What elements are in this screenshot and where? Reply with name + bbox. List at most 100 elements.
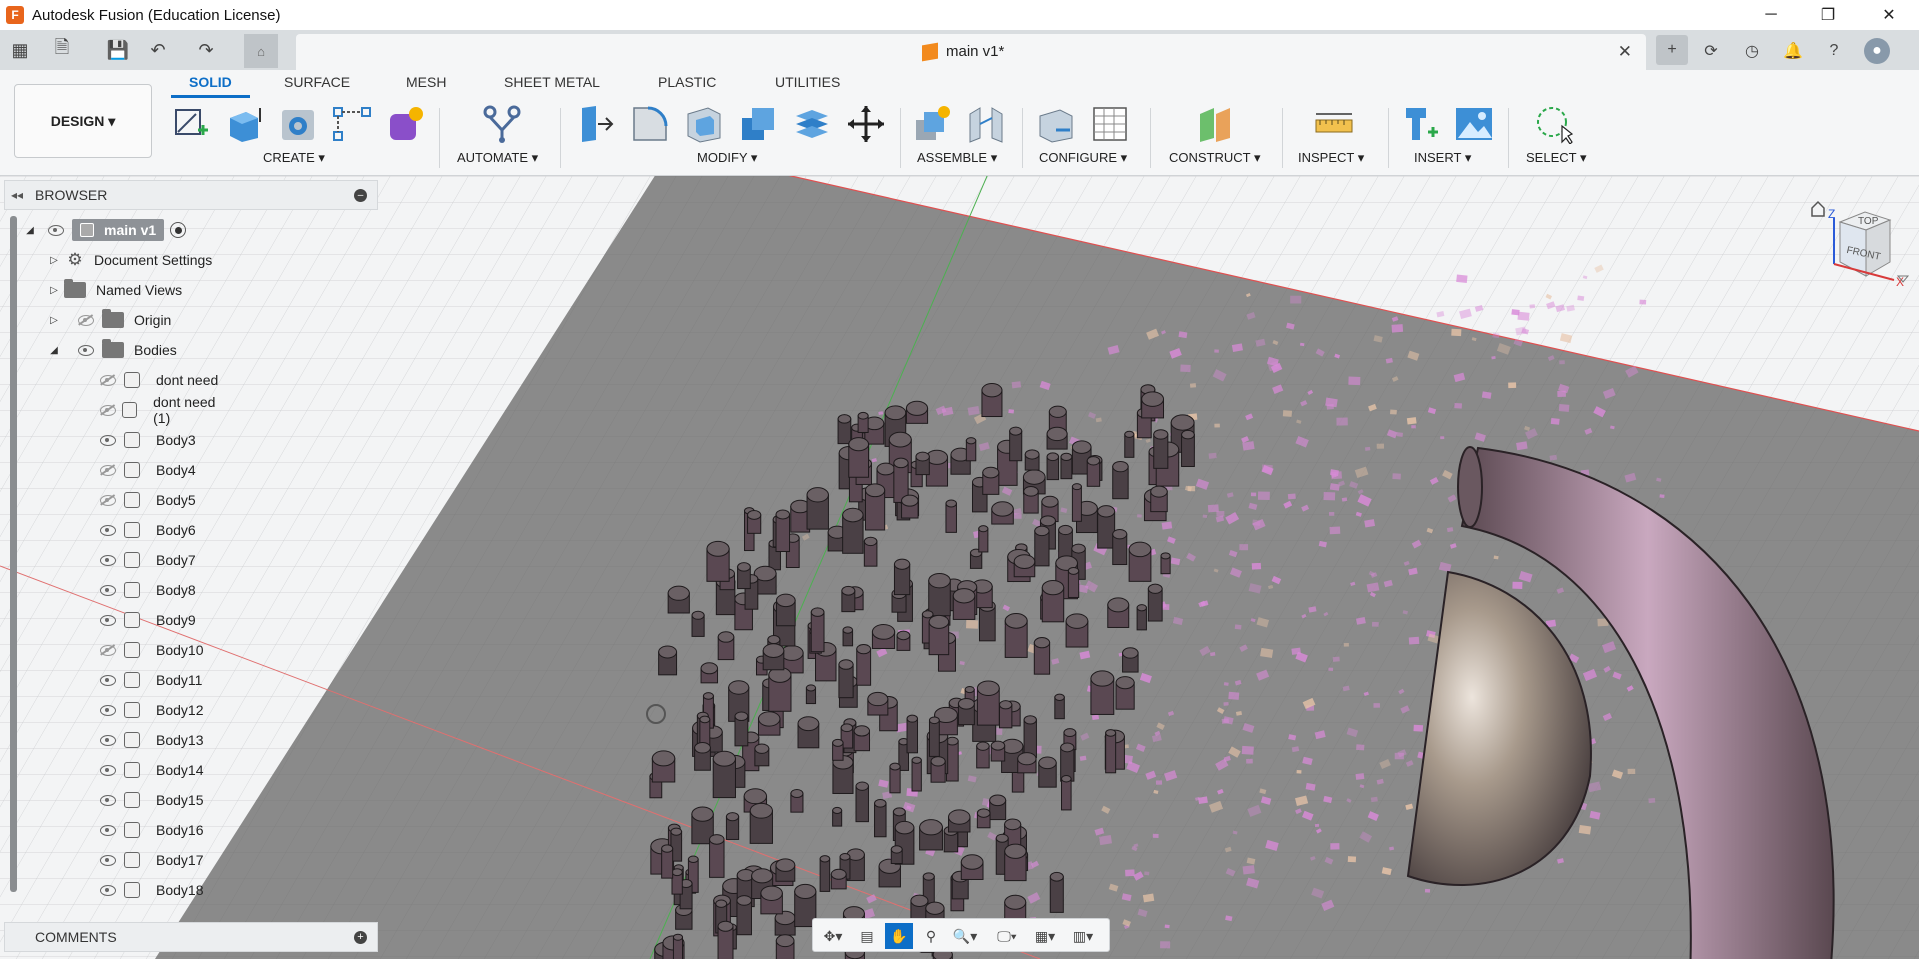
- visibility-eye-icon[interactable]: [98, 704, 116, 716]
- move-icon[interactable]: [846, 104, 886, 144]
- visibility-eye-icon[interactable]: [98, 434, 116, 446]
- visibility-hidden-icon[interactable]: [76, 314, 94, 326]
- tree-item-origin[interactable]: ▷ Origin: [48, 307, 171, 333]
- tab-surface[interactable]: SURFACE: [284, 74, 350, 90]
- body-row[interactable]: Body9: [94, 607, 229, 633]
- inspect-menu[interactable]: INSPECT ▾: [1298, 150, 1364, 166]
- change-parameters-icon[interactable]: [1036, 104, 1076, 144]
- configuration-table-icon[interactable]: [1090, 104, 1130, 144]
- zoom-icon[interactable]: ⚲: [917, 923, 945, 949]
- tree-item-named-views[interactable]: ▷ Named Views: [48, 277, 182, 303]
- look-at-icon[interactable]: ▤: [853, 923, 881, 949]
- browser-scrollbar[interactable]: [10, 216, 17, 892]
- create-sketch-icon[interactable]: [170, 104, 210, 144]
- visibility-eye-icon[interactable]: [98, 734, 116, 746]
- orbit-icon[interactable]: ✥▾: [819, 923, 847, 949]
- visibility-hidden-icon[interactable]: [98, 464, 116, 476]
- pan-icon[interactable]: ✋: [885, 923, 913, 949]
- visibility-eye-icon[interactable]: [98, 794, 116, 806]
- visibility-eye-icon[interactable]: [98, 584, 116, 596]
- tab-utilities[interactable]: UTILITIES: [775, 74, 840, 90]
- insert-menu[interactable]: INSERT ▾: [1414, 150, 1471, 166]
- automate-icon[interactable]: [480, 104, 524, 144]
- pattern-icon[interactable]: [332, 104, 372, 144]
- visibility-eye-icon[interactable]: [46, 224, 64, 236]
- body-row[interactable]: dont need (1): [94, 394, 229, 426]
- visibility-eye-icon[interactable]: [98, 614, 116, 626]
- visibility-eye-icon[interactable]: [98, 764, 116, 776]
- 3d-viewport[interactable]: [0, 176, 1919, 959]
- comments-panel-header[interactable]: COMMENTS +: [4, 922, 378, 952]
- fillet-icon[interactable]: [630, 104, 670, 144]
- save-icon[interactable]: 💾: [104, 36, 132, 64]
- user-avatar[interactable]: ●: [1864, 38, 1890, 64]
- job-status-icon[interactable]: ◷: [1739, 38, 1765, 64]
- configure-menu[interactable]: CONFIGURE ▾: [1039, 150, 1127, 166]
- body-row[interactable]: Body14: [94, 757, 229, 783]
- body-row[interactable]: Body18: [94, 877, 229, 903]
- assemble-menu[interactable]: ASSEMBLE ▾: [917, 150, 997, 166]
- file-menu-icon[interactable]: 🗎: [48, 36, 76, 64]
- visibility-eye-icon[interactable]: [76, 344, 94, 356]
- construct-menu[interactable]: CONSTRUCT ▾: [1169, 150, 1261, 166]
- shell-icon[interactable]: [684, 104, 724, 144]
- body-row[interactable]: Body7: [94, 547, 229, 573]
- viewports-icon[interactable]: ▥▾: [1069, 923, 1097, 949]
- expand-triangle-icon[interactable]: ▷: [48, 285, 60, 296]
- collapse-triangle-icon[interactable]: ◢: [48, 345, 60, 356]
- new-component-icon[interactable]: [912, 104, 952, 144]
- visibility-eye-icon[interactable]: [98, 854, 116, 866]
- body-row[interactable]: Body4: [94, 457, 229, 483]
- tab-solid[interactable]: SOLID: [171, 74, 250, 98]
- tree-root[interactable]: ◢ main v1: [24, 217, 187, 243]
- body-row[interactable]: Body6: [94, 517, 229, 543]
- browser-panel-header[interactable]: ◂◂ BROWSER –: [4, 180, 378, 210]
- redo-icon[interactable]: ↷: [192, 36, 220, 64]
- insert-derive-icon[interactable]: [1400, 104, 1440, 144]
- body-row[interactable]: dont need: [94, 367, 229, 393]
- modify-menu[interactable]: MODIFY ▾: [697, 150, 757, 166]
- body-row[interactable]: Body10: [94, 637, 229, 663]
- replace-face-icon[interactable]: [792, 104, 832, 144]
- combine-icon[interactable]: [738, 104, 778, 144]
- visibility-eye-icon[interactable]: [98, 554, 116, 566]
- revolve-icon[interactable]: [278, 104, 318, 144]
- visibility-eye-icon[interactable]: [98, 824, 116, 836]
- collapse-triangle-icon[interactable]: ◢: [24, 225, 36, 236]
- tree-item-bodies[interactable]: ◢ Bodies: [48, 337, 177, 363]
- select-icon[interactable]: [1534, 104, 1574, 144]
- body-row[interactable]: Body13: [94, 727, 229, 753]
- body-row[interactable]: Body15: [94, 787, 229, 813]
- visibility-eye-icon[interactable]: [98, 524, 116, 536]
- expand-triangle-icon[interactable]: ▷: [48, 255, 60, 266]
- automate-menu[interactable]: AUTOMATE ▾: [457, 150, 538, 166]
- undo-icon[interactable]: ↶: [144, 36, 172, 64]
- tab-plastic[interactable]: PLASTIC: [658, 74, 716, 90]
- cube-right-face[interactable]: [1865, 219, 1891, 277]
- document-tab[interactable]: main v1* ✕: [296, 34, 1646, 70]
- body-row[interactable]: Body16: [94, 817, 229, 843]
- help-icon[interactable]: ?: [1821, 38, 1847, 64]
- body-row[interactable]: Body12: [94, 697, 229, 723]
- visibility-hidden-icon[interactable]: [98, 374, 116, 386]
- visibility-eye-icon[interactable]: [98, 884, 116, 896]
- tab-sheet-metal[interactable]: SHEET METAL: [504, 74, 600, 90]
- close-window-button[interactable]: ✕: [1866, 0, 1912, 30]
- minimize-button[interactable]: ─: [1748, 0, 1794, 30]
- form-icon[interactable]: [386, 104, 426, 144]
- visibility-hidden-icon[interactable]: [98, 404, 117, 416]
- tab-mesh[interactable]: MESH: [406, 74, 446, 90]
- display-settings-icon[interactable]: 🖵▾: [993, 923, 1021, 949]
- view-cube[interactable]: TOP FRONT Z X: [1810, 198, 1910, 289]
- visibility-hidden-icon[interactable]: [98, 494, 116, 506]
- extensions-icon[interactable]: ⟳: [1698, 38, 1724, 64]
- body-row[interactable]: Body17: [94, 847, 229, 873]
- visibility-hidden-icon[interactable]: [98, 644, 116, 656]
- root-component[interactable]: main v1: [72, 219, 165, 241]
- visibility-eye-icon[interactable]: [98, 674, 116, 686]
- collapse-browser-icon[interactable]: ◂◂: [11, 188, 23, 202]
- offset-plane-icon[interactable]: [1196, 104, 1236, 144]
- add-comment-icon[interactable]: +: [354, 931, 367, 944]
- extrude-icon[interactable]: [224, 104, 264, 144]
- create-menu[interactable]: CREATE ▾: [263, 150, 325, 166]
